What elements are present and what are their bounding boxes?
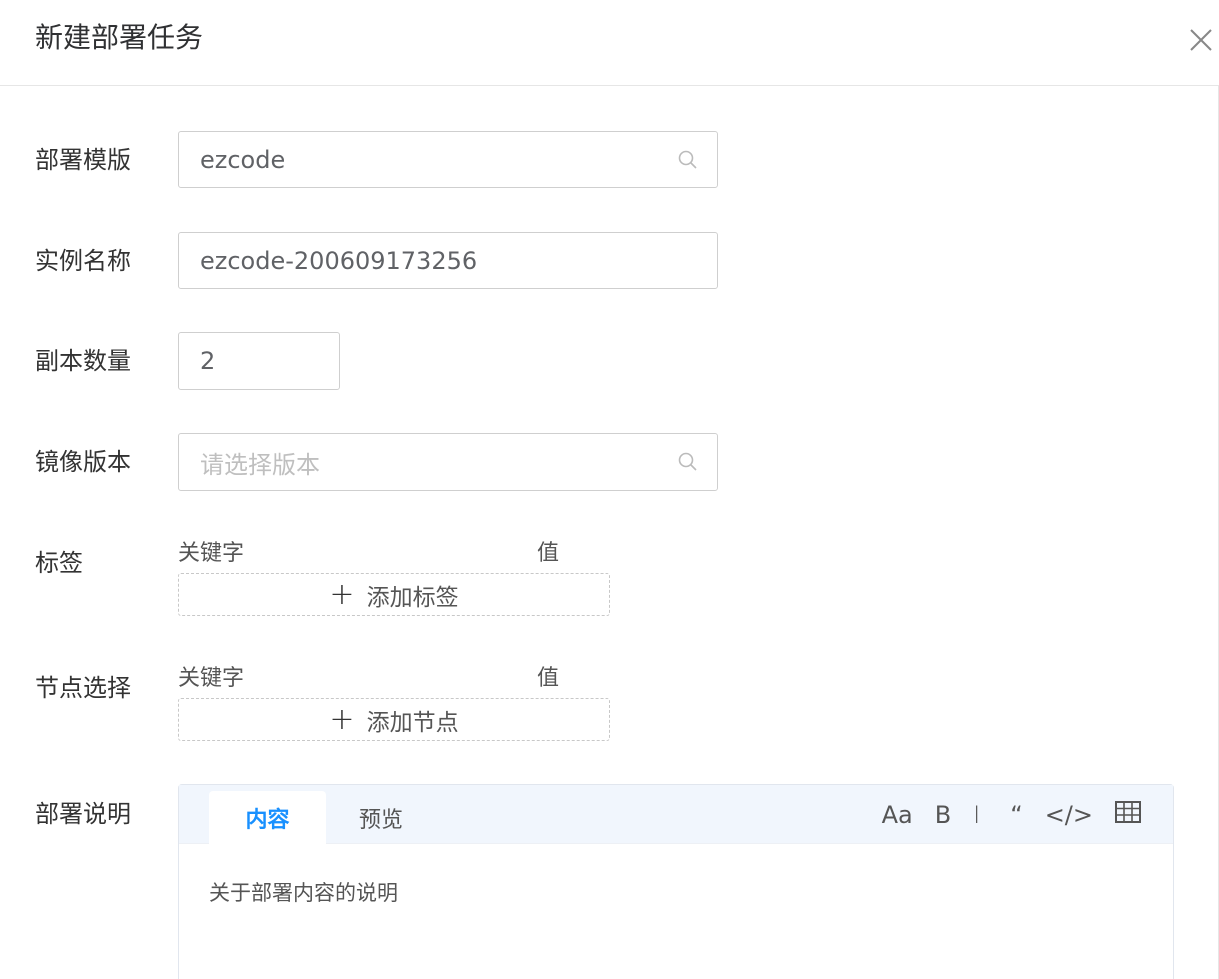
instance-name-input[interactable]: ezcode-200609173256 [178,232,718,289]
dialog-title: 新建部署任务 [35,21,204,54]
italic-button[interactable]: I [973,801,980,829]
image-version-input[interactable]: 请选择版本 [178,433,718,491]
search-icon[interactable] [677,149,699,171]
add-label-button[interactable]: + 添加标签 [178,573,610,616]
tab-content[interactable]: 内容 [209,791,326,845]
heading-button[interactable]: Aa [882,801,913,829]
close-icon[interactable] [1186,25,1216,55]
markdown-editor: 内容 预览 Aa B I “ </> 关于部署内容的说明 [178,784,1174,979]
tab-preview[interactable]: 预览 [341,791,421,845]
search-icon[interactable] [677,451,699,473]
node-value-header: 值 [537,666,560,691]
editor-toolbar: 内容 预览 Aa B I “ </> [179,785,1173,845]
replicas-label: 副本数量 [35,347,131,375]
add-node-button[interactable]: + 添加节点 [178,698,610,741]
image-version-placeholder: 请选择版本 [200,450,320,479]
instance-name-label: 实例名称 [35,247,131,275]
plus-icon: + [329,576,355,612]
dialog-header: 新建部署任务 [0,0,1219,86]
format-tools: Aa B I “ </> [882,797,1141,833]
add-label-text: 添加标签 [366,584,459,611]
quote-button[interactable]: “ [1010,801,1022,829]
image-version-label: 镜像版本 [35,448,131,476]
template-value: ezcode [200,145,286,174]
template-label: 部署模版 [35,146,131,174]
labels-label: 标签 [35,549,83,577]
template-input[interactable]: ezcode [178,131,718,188]
replicas-input[interactable]: 2 [178,332,340,390]
add-node-text: 添加节点 [366,709,459,736]
description-textarea[interactable]: 关于部署内容的说明 [209,877,398,907]
bold-button[interactable]: B [935,801,951,829]
new-deploy-task-dialog: 新建部署任务 部署模版 ezcode 实例名称 ezcode-200609173… [0,0,1219,979]
node-key-header: 关键字 [178,666,245,691]
labels-key-header: 关键字 [178,541,245,566]
instance-name-value: ezcode-200609173256 [200,246,478,275]
labels-value-header: 值 [537,541,560,566]
replicas-value: 2 [200,347,216,375]
plus-icon: + [329,701,355,737]
code-button[interactable]: </> [1045,801,1093,829]
node-selector-label: 节点选择 [35,674,131,702]
description-label: 部署说明 [35,800,131,828]
table-icon[interactable] [1115,801,1141,829]
